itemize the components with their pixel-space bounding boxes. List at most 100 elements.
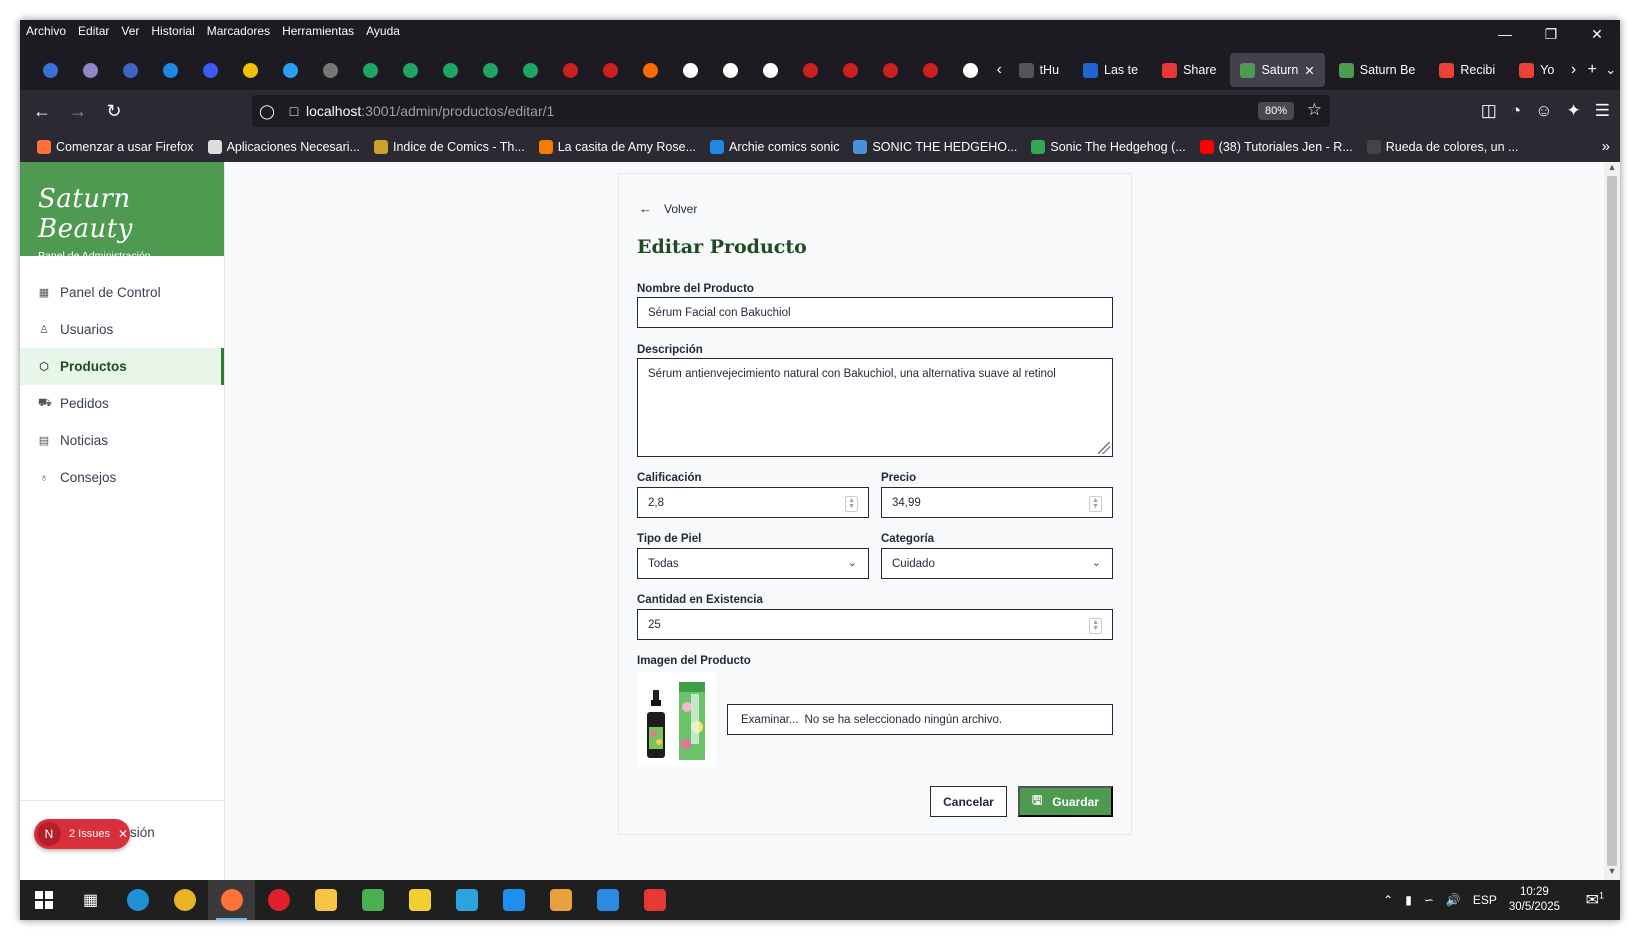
pinned-tab[interactable] [470, 54, 510, 86]
taskbar-app-edge[interactable] [114, 880, 161, 920]
bookmark-item[interactable]: Archie comics sonic [703, 140, 846, 154]
scroll-tabs-right-icon[interactable]: › [1564, 61, 1583, 79]
taskbar-app-xbox[interactable] [349, 880, 396, 920]
pinned-tab[interactable] [910, 54, 950, 86]
scroll-up-icon[interactable]: ▲ [1604, 162, 1620, 176]
category-select[interactable]: Cuidado ⌄ [881, 548, 1113, 579]
pinned-tab[interactable] [950, 54, 990, 86]
browser-tab[interactable]: Saturn ✕ [1230, 53, 1325, 87]
menu-marcadores[interactable]: Marcadores [201, 24, 276, 38]
sidebar-item-noticias[interactable]: ▤ Noticias [20, 422, 224, 459]
pinned-tab[interactable] [670, 54, 710, 86]
price-input[interactable]: 34,99 ▲ ▼ [881, 487, 1113, 518]
wifi-icon[interactable]: ∽ [1424, 893, 1434, 907]
rating-input[interactable]: 2,8 ▲ ▼ [637, 487, 869, 518]
browser-tab[interactable]: Recibi [1429, 53, 1505, 87]
back-icon[interactable]: ← [24, 101, 60, 122]
bookmark-item[interactable]: Comenzar a usar Firefox [30, 140, 201, 154]
url-bar[interactable]: ◯ □ localhost:3001/admin/productos/edita… [252, 95, 1330, 127]
more-bookmarks-icon[interactable]: » [1602, 138, 1610, 155]
sidebar-item-pedidos[interactable]: ⛟ Pedidos [20, 385, 224, 422]
sidebar-item-consejos[interactable]: ♁ Consejos [20, 459, 224, 496]
sync-icon[interactable]: ◔ [1511, 101, 1521, 121]
bookmark-item[interactable]: SONIC THE HEDGEHO... [846, 140, 1024, 154]
pinned-tab[interactable] [830, 54, 870, 86]
scroll-tabs-left-icon[interactable]: ‹ [990, 61, 1009, 79]
pinned-tab[interactable] [390, 54, 430, 86]
hamburger-menu-icon[interactable]: ☰ [1595, 101, 1610, 121]
extensions-icon[interactable]: ✦ [1567, 101, 1581, 121]
browser-tab[interactable]: tHu [1009, 53, 1069, 87]
shield-icon[interactable]: ◯ [252, 103, 282, 120]
browser-tab[interactable]: Yo [1509, 53, 1564, 87]
close-tab-icon[interactable]: ✕ [1304, 63, 1314, 78]
taskbar-app-app-blue[interactable] [490, 880, 537, 920]
browser-tab[interactable]: Las te [1073, 53, 1148, 87]
pocket-icon[interactable]: ◫ [1481, 101, 1497, 121]
clock[interactable]: 10:29 30/5/2025 [1509, 885, 1560, 915]
restore-icon[interactable]: ❐ [1528, 20, 1574, 48]
menu-historial[interactable]: Historial [145, 24, 200, 38]
page-scrollbar[interactable]: ▲ ▼ [1604, 162, 1620, 880]
pinned-tab[interactable] [710, 54, 750, 86]
bookmark-item[interactable]: Indice de Comics - Th... [367, 140, 532, 154]
bookmark-item[interactable]: Rueda de colores, un ... [1360, 140, 1526, 154]
menu-ver[interactable]: Ver [115, 24, 145, 38]
close-window-icon[interactable]: ✕ [1574, 20, 1620, 48]
bookmark-star-icon[interactable]: ☆ [1307, 100, 1322, 120]
start-button[interactable] [20, 880, 67, 920]
sidebar-item-productos[interactable]: ⬡ Productos [20, 348, 224, 385]
pinned-tab[interactable] [750, 54, 790, 86]
close-issues-icon[interactable]: ✕ [118, 827, 128, 841]
minimize-icon[interactable]: — [1482, 20, 1528, 48]
forward-icon[interactable]: → [60, 101, 96, 122]
taskbar-app-chrome[interactable] [161, 880, 208, 920]
menu-ayuda[interactable]: Ayuda [360, 24, 406, 38]
pinned-tab[interactable] [30, 54, 70, 86]
cancel-button[interactable]: Cancelar [930, 786, 1007, 817]
description-textarea[interactable]: Sérum antienvejecimiento natural con Bak… [637, 358, 1113, 457]
taskbar-app-file-explorer[interactable] [302, 880, 349, 920]
bookmark-item[interactable]: (38) Tutoriales Jen - R... [1193, 140, 1360, 154]
product-name-input[interactable]: Sérum Facial con Bakuchiol [637, 297, 1113, 328]
pinned-tab[interactable] [870, 54, 910, 86]
sidebar-item-panel-de-control[interactable]: ▦ Panel de Control [20, 274, 224, 311]
taskbar-app-paint[interactable] [537, 880, 584, 920]
account-icon[interactable]: ☺ [1535, 101, 1552, 121]
logout-link[interactable]: sión [130, 825, 155, 840]
pinned-tab[interactable] [350, 54, 390, 86]
file-input[interactable]: Examinar... No se ha seleccionado ningún… [727, 704, 1113, 735]
issues-badge[interactable]: N 2 Issues ✕ [34, 819, 130, 849]
stock-stepper-icon[interactable]: ▲ ▼ [1089, 618, 1102, 634]
save-button[interactable]: 🖫 Guardar [1018, 786, 1113, 817]
task-view-icon[interactable]: ▦ [67, 880, 114, 920]
pinned-tab[interactable] [510, 54, 550, 86]
resize-grip-icon[interactable] [1098, 442, 1110, 454]
volume-icon[interactable]: 🔊 [1446, 893, 1461, 907]
new-tab-icon[interactable]: + [1583, 61, 1602, 79]
pinned-tab[interactable] [190, 54, 230, 86]
pinned-tab[interactable] [630, 54, 670, 86]
pinned-tab[interactable] [790, 54, 830, 86]
browser-tab[interactable]: Saturn Be [1329, 53, 1426, 87]
rating-stepper-icon[interactable]: ▲ ▼ [845, 496, 858, 512]
taskbar-app-player[interactable] [396, 880, 443, 920]
pinned-tab[interactable] [230, 54, 270, 86]
bookmark-item[interactable]: La casita de Amy Rose... [532, 140, 703, 154]
stock-input[interactable]: 25 ▲ ▼ [637, 609, 1113, 640]
show-hidden-icons-icon[interactable]: ⌃ [1383, 893, 1393, 907]
menu-archivo[interactable]: Archivo [20, 24, 72, 38]
taskbar-app-pocket[interactable] [631, 880, 678, 920]
taskbar-app-opera[interactable] [255, 880, 302, 920]
bookmark-item[interactable]: Sonic The Hedgehog (... [1024, 140, 1192, 154]
browse-button[interactable]: Examinar... [741, 714, 799, 726]
pinned-tab[interactable] [150, 54, 190, 86]
taskbar-app-firefox[interactable] [208, 880, 255, 920]
pinned-tab[interactable] [70, 54, 110, 86]
taskbar-app-vscode[interactable] [584, 880, 631, 920]
skin-type-select[interactable]: Todas ⌄ [637, 548, 869, 579]
zoom-level[interactable]: 80% [1257, 102, 1294, 120]
language-indicator[interactable]: ESP [1473, 893, 1497, 907]
bookmark-item[interactable]: Aplicaciones Necesari... [201, 140, 367, 154]
back-link[interactable]: ← Volver [639, 201, 697, 216]
